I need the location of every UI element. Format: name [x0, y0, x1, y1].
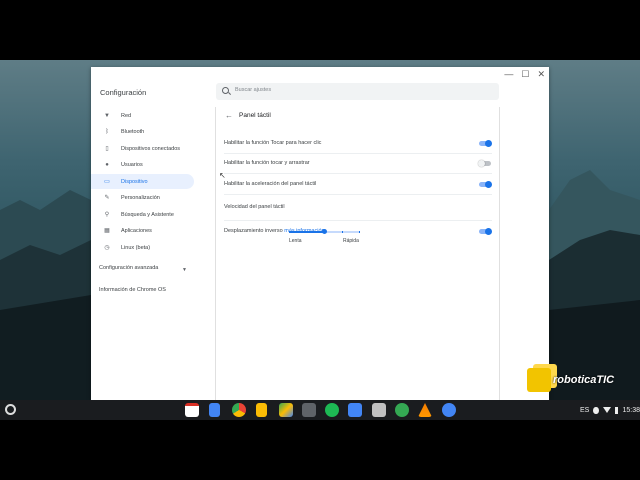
sidebar-item-apps[interactable]: ▦ Aplicaciones: [91, 223, 194, 238]
sidebar-item-label: Dispositivo: [121, 178, 148, 185]
slider-knob[interactable]: [322, 229, 327, 234]
sidebar-item-linux[interactable]: ◷ Linux (beta): [91, 240, 194, 255]
printer-icon[interactable]: [372, 403, 386, 417]
logo-text: roboticaTIC: [553, 374, 615, 386]
chrome-icon[interactable]: [232, 403, 246, 417]
search-icon: [222, 87, 229, 94]
row-divider: [224, 220, 492, 221]
sidebar-item-device[interactable]: ▭ Dispositivo: [91, 174, 194, 189]
settings-header: Configuración: [91, 77, 549, 107]
sidebar-item-label: Red: [121, 112, 132, 119]
brush-icon: ✎: [104, 195, 110, 201]
tap-to-click-label: Habilitar la función Tocar para hacer cl…: [224, 140, 322, 146]
sidebar-item-personalization[interactable]: ✎ Personalización: [91, 190, 194, 205]
row-divider: [224, 153, 492, 154]
tap-drag-toggle[interactable]: [478, 159, 491, 167]
reverse-scroll-toggle[interactable]: [479, 227, 492, 235]
speed-slider[interactable]: [289, 229, 360, 234]
battery-icon: [614, 406, 619, 414]
sidebar-item-label: Personalización: [121, 194, 160, 201]
clock-time: 15:38: [622, 406, 640, 414]
back-arrow-icon[interactable]: ←: [225, 111, 233, 120]
launcher-button[interactable]: [5, 404, 16, 415]
slow-label: Lenta: [289, 238, 302, 244]
bluetooth-icon: ᛒ: [105, 128, 109, 135]
files-icon[interactable]: [348, 403, 362, 417]
speed-label: Velocidad del panel táctil: [224, 204, 285, 210]
app-title: Configuración: [100, 88, 147, 97]
screen: — ☐ ✕ Configuración ▼ Red ᛒ Bluetooth ▯ …: [0, 0, 640, 480]
chevron-down-icon[interactable]: ▼: [182, 267, 187, 273]
phone-icon: ▯: [105, 146, 109, 152]
touchpad-panel: ← Panel táctil Habilitar la función Toca…: [216, 107, 499, 400]
tools-icon[interactable]: [302, 403, 316, 417]
settings-window: — ☐ ✕ Configuración ▼ Red ᛒ Bluetooth ▯ …: [91, 67, 549, 400]
fast-label: Rápida: [343, 238, 359, 244]
sidebar-advanced-settings[interactable]: Configuración avanzada: [99, 265, 158, 271]
search-box[interactable]: [216, 83, 499, 100]
wifi-status-icon: [602, 407, 611, 413]
sidebar-about-chrome-os[interactable]: Información de Chrome OS: [99, 287, 166, 293]
tap-to-click-toggle[interactable]: [479, 139, 492, 147]
sidebar-item-connected-devices[interactable]: ▯ Dispositivos conectados: [91, 141, 194, 156]
language-indicator: ES: [580, 406, 590, 414]
roboticatic-logo: roboticaTIC: [527, 366, 637, 396]
laptop-icon: ▭: [104, 179, 110, 185]
keep-icon[interactable]: [256, 403, 267, 417]
search-icon: ⚲: [104, 212, 110, 218]
notification-icon: [593, 406, 599, 414]
docs-icon[interactable]: [209, 403, 220, 417]
reverse-scroll-text: Desplazamiento inverso: [224, 228, 283, 234]
apps-icon: ▦: [104, 228, 110, 234]
content-divider: [499, 107, 500, 400]
tap-drag-label: Habilitar la función tocar y arrastrar: [224, 160, 310, 166]
sidebar: ▼ Red ᛒ Bluetooth ▯ Dispositivos conecta…: [91, 107, 215, 400]
page-title: Panel táctil: [239, 112, 271, 119]
row-divider: [224, 173, 492, 174]
sidebar-item-bluetooth[interactable]: ᛒ Bluetooth: [91, 124, 194, 139]
status-tray[interactable]: ES 15:38: [574, 401, 640, 419]
sidebar-item-label: Dispositivos conectados: [121, 145, 181, 152]
sidebar-item-label: Usuarios: [121, 161, 143, 168]
android-icon[interactable]: [395, 403, 409, 417]
sidebar-item-users[interactable]: ● Usuarios: [91, 157, 194, 172]
spotify-icon[interactable]: [325, 403, 339, 417]
mouse-cursor-icon: ↖: [219, 171, 226, 180]
acceleration-label: Habilitar la aceleración del panel tácti…: [224, 181, 317, 187]
sidebar-item-label: Bluetooth: [121, 128, 145, 135]
drive-icon[interactable]: [279, 403, 293, 417]
row-divider: [224, 194, 492, 195]
gmail-icon[interactable]: [185, 403, 199, 417]
shelf: [0, 400, 640, 420]
wifi-icon: ▼: [104, 112, 110, 119]
sidebar-item-label: Linux (beta): [121, 244, 151, 251]
settings-gear-icon[interactable]: [442, 403, 456, 417]
sidebar-item-red[interactable]: ▼ Red: [91, 108, 194, 123]
sidebar-item-label: Búsqueda y Asistente: [121, 211, 174, 218]
search-input[interactable]: [235, 87, 485, 93]
acceleration-toggle[interactable]: [479, 180, 492, 188]
sidebar-item-label: Aplicaciones: [121, 227, 152, 234]
person-icon: ●: [105, 161, 109, 168]
sidebar-item-search-assistant[interactable]: ⚲ Búsqueda y Asistente: [91, 207, 194, 222]
cube-icon: [527, 368, 551, 392]
clock-icon: ◷: [104, 245, 110, 251]
